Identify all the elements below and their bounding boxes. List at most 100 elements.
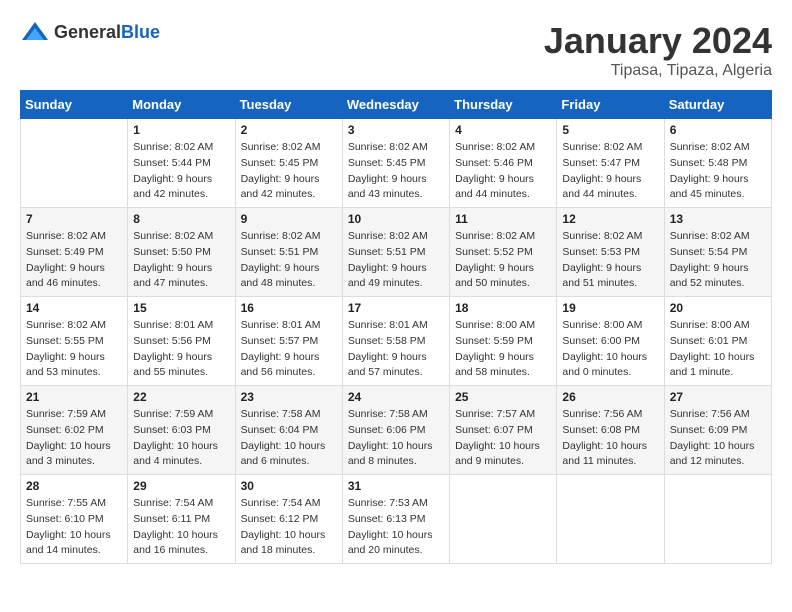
calendar-cell <box>21 119 128 208</box>
calendar-cell: 13 Sunrise: 8:02 AMSunset: 5:54 PMDayligh… <box>664 208 771 297</box>
calendar-cell: 15Sunrise: 8:01 AMSunset: 5:56 PMDayligh… <box>128 297 235 386</box>
day-info: Sunrise: 8:02 AMSunset: 5:45 PMDaylight:… <box>241 140 337 203</box>
day-number: 22 <box>133 390 229 404</box>
header-wednesday: Wednesday <box>342 91 449 119</box>
day-number: 7 <box>26 212 122 226</box>
day-info: Sunrise: 7:55 AMSunset: 6:10 PMDaylight:… <box>26 496 122 559</box>
day-number: 25 <box>455 390 551 404</box>
calendar-cell: 25 Sunrise: 7:57 AMSunset: 6:07 PMDayligh… <box>450 386 557 475</box>
day-number: 2 <box>241 123 337 137</box>
day-number: 4 <box>455 123 551 137</box>
day-number: 24 <box>348 390 444 404</box>
calendar-cell: 26 Sunrise: 7:56 AMSunset: 6:08 PMDayligh… <box>557 386 664 475</box>
day-info: Sunrise: 8:02 AMSunset: 5:49 PMDaylight:… <box>26 229 122 292</box>
day-info: Sunrise: 8:00 AMSunset: 5:59 PMDaylight:… <box>455 318 551 381</box>
header-tuesday: Tuesday <box>235 91 342 119</box>
calendar-week-row: 1 Sunrise: 8:02 AMSunset: 5:44 PMDaylight… <box>21 119 772 208</box>
day-info: Sunrise: 7:53 AMSunset: 6:13 PMDaylight:… <box>348 496 444 559</box>
calendar-cell: 16 Sunrise: 8:01 AMSunset: 5:57 PMDayligh… <box>235 297 342 386</box>
calendar-body: 1 Sunrise: 8:02 AMSunset: 5:44 PMDaylight… <box>21 119 772 564</box>
calendar-week-row: 14Sunrise: 8:02 AMSunset: 5:55 PMDayligh… <box>21 297 772 386</box>
title-area: January 2024 Tipasa, Tipaza, Algeria <box>544 20 772 80</box>
day-info: Sunrise: 8:02 AMSunset: 5:55 PMDaylight:… <box>26 318 122 381</box>
day-info: Sunrise: 7:56 AMSunset: 6:09 PMDaylight:… <box>670 407 766 470</box>
calendar-cell <box>664 475 771 564</box>
day-info: Sunrise: 8:00 AMSunset: 6:00 PMDaylight:… <box>562 318 658 381</box>
calendar-cell: 3 Sunrise: 8:02 AMSunset: 5:45 PMDaylight… <box>342 119 449 208</box>
calendar-cell: 30 Sunrise: 7:54 AMSunset: 6:12 PMDayligh… <box>235 475 342 564</box>
day-info: Sunrise: 8:02 AMSunset: 5:44 PMDaylight:… <box>133 140 229 203</box>
day-info: Sunrise: 8:02 AMSunset: 5:52 PMDaylight:… <box>455 229 551 292</box>
day-info: Sunrise: 7:58 AMSunset: 6:04 PMDaylight:… <box>241 407 337 470</box>
calendar-cell: 21Sunrise: 7:59 AMSunset: 6:02 PMDayligh… <box>21 386 128 475</box>
calendar-cell: 27 Sunrise: 7:56 AMSunset: 6:09 PMDayligh… <box>664 386 771 475</box>
calendar-cell: 17 Sunrise: 8:01 AMSunset: 5:58 PMDayligh… <box>342 297 449 386</box>
day-info: Sunrise: 8:02 AMSunset: 5:51 PMDaylight:… <box>241 229 337 292</box>
day-number: 15 <box>133 301 229 315</box>
calendar-cell: 9 Sunrise: 8:02 AMSunset: 5:51 PMDaylight… <box>235 208 342 297</box>
day-number: 6 <box>670 123 766 137</box>
logo-icon <box>20 20 50 44</box>
calendar-cell: 14Sunrise: 8:02 AMSunset: 5:55 PMDayligh… <box>21 297 128 386</box>
logo-general: General <box>54 22 121 42</box>
day-info: Sunrise: 7:56 AMSunset: 6:08 PMDaylight:… <box>562 407 658 470</box>
day-number: 10 <box>348 212 444 226</box>
calendar-cell: 7 Sunrise: 8:02 AMSunset: 5:49 PMDaylight… <box>21 208 128 297</box>
day-number: 17 <box>348 301 444 315</box>
calendar-cell: 28Sunrise: 7:55 AMSunset: 6:10 PMDayligh… <box>21 475 128 564</box>
calendar-cell: 4 Sunrise: 8:02 AMSunset: 5:46 PMDaylight… <box>450 119 557 208</box>
day-info: Sunrise: 7:54 AMSunset: 6:11 PMDaylight:… <box>133 496 229 559</box>
calendar-cell: 29 Sunrise: 7:54 AMSunset: 6:11 PMDayligh… <box>128 475 235 564</box>
calendar-cell: 11Sunrise: 8:02 AMSunset: 5:52 PMDayligh… <box>450 208 557 297</box>
day-info: Sunrise: 8:02 AMSunset: 5:54 PMDaylight:… <box>670 229 766 292</box>
day-number: 30 <box>241 479 337 493</box>
day-number: 29 <box>133 479 229 493</box>
day-number: 13 <box>670 212 766 226</box>
day-info: Sunrise: 8:02 AMSunset: 5:51 PMDaylight:… <box>348 229 444 292</box>
day-info: Sunrise: 8:02 AMSunset: 5:46 PMDaylight:… <box>455 140 551 203</box>
calendar-week-row: 28Sunrise: 7:55 AMSunset: 6:10 PMDayligh… <box>21 475 772 564</box>
day-info: Sunrise: 8:02 AMSunset: 5:53 PMDaylight:… <box>562 229 658 292</box>
day-number: 31 <box>348 479 444 493</box>
day-info: Sunrise: 8:02 AMSunset: 5:50 PMDaylight:… <box>133 229 229 292</box>
calendar-cell: 2 Sunrise: 8:02 AMSunset: 5:45 PMDaylight… <box>235 119 342 208</box>
day-info: Sunrise: 8:00 AMSunset: 6:01 PMDaylight:… <box>670 318 766 381</box>
day-info: Sunrise: 7:54 AMSunset: 6:12 PMDaylight:… <box>241 496 337 559</box>
calendar-cell: 22Sunrise: 7:59 AMSunset: 6:03 PMDayligh… <box>128 386 235 475</box>
day-number: 16 <box>241 301 337 315</box>
day-number: 1 <box>133 123 229 137</box>
calendar-table: Sunday Monday Tuesday Wednesday Thursday… <box>20 90 772 564</box>
day-number: 20 <box>670 301 766 315</box>
calendar-cell: 24 Sunrise: 7:58 AMSunset: 6:06 PMDayligh… <box>342 386 449 475</box>
calendar-cell: 20 Sunrise: 8:00 AMSunset: 6:01 PMDayligh… <box>664 297 771 386</box>
day-info: Sunrise: 7:58 AMSunset: 6:06 PMDaylight:… <box>348 407 444 470</box>
day-number: 19 <box>562 301 658 315</box>
calendar-cell: 19 Sunrise: 8:00 AMSunset: 6:00 PMDayligh… <box>557 297 664 386</box>
day-number: 3 <box>348 123 444 137</box>
day-info: Sunrise: 7:57 AMSunset: 6:07 PMDaylight:… <box>455 407 551 470</box>
header-thursday: Thursday <box>450 91 557 119</box>
day-number: 12 <box>562 212 658 226</box>
calendar-week-row: 7 Sunrise: 8:02 AMSunset: 5:49 PMDaylight… <box>21 208 772 297</box>
calendar-cell: 12 Sunrise: 8:02 AMSunset: 5:53 PMDayligh… <box>557 208 664 297</box>
calendar-cell: 8Sunrise: 8:02 AMSunset: 5:50 PMDaylight… <box>128 208 235 297</box>
day-number: 9 <box>241 212 337 226</box>
day-info: Sunrise: 8:01 AMSunset: 5:57 PMDaylight:… <box>241 318 337 381</box>
day-info: Sunrise: 8:01 AMSunset: 5:58 PMDaylight:… <box>348 318 444 381</box>
day-number: 18 <box>455 301 551 315</box>
calendar-cell <box>557 475 664 564</box>
calendar-cell: 6Sunrise: 8:02 AMSunset: 5:48 PMDaylight… <box>664 119 771 208</box>
month-title: January 2024 <box>544 20 772 62</box>
calendar-cell: 10 Sunrise: 8:02 AMSunset: 5:51 PMDayligh… <box>342 208 449 297</box>
calendar-cell: 31 Sunrise: 7:53 AMSunset: 6:13 PMDayligh… <box>342 475 449 564</box>
header-saturday: Saturday <box>664 91 771 119</box>
logo-text: GeneralBlue <box>54 22 160 43</box>
day-info: Sunrise: 8:02 AMSunset: 5:45 PMDaylight:… <box>348 140 444 203</box>
page-header: GeneralBlue January 2024 Tipasa, Tipaza,… <box>20 20 772 80</box>
day-number: 26 <box>562 390 658 404</box>
day-number: 27 <box>670 390 766 404</box>
day-info: Sunrise: 8:02 AMSunset: 5:47 PMDaylight:… <box>562 140 658 203</box>
day-number: 21 <box>26 390 122 404</box>
calendar-week-row: 21Sunrise: 7:59 AMSunset: 6:02 PMDayligh… <box>21 386 772 475</box>
logo-blue: Blue <box>121 22 160 42</box>
